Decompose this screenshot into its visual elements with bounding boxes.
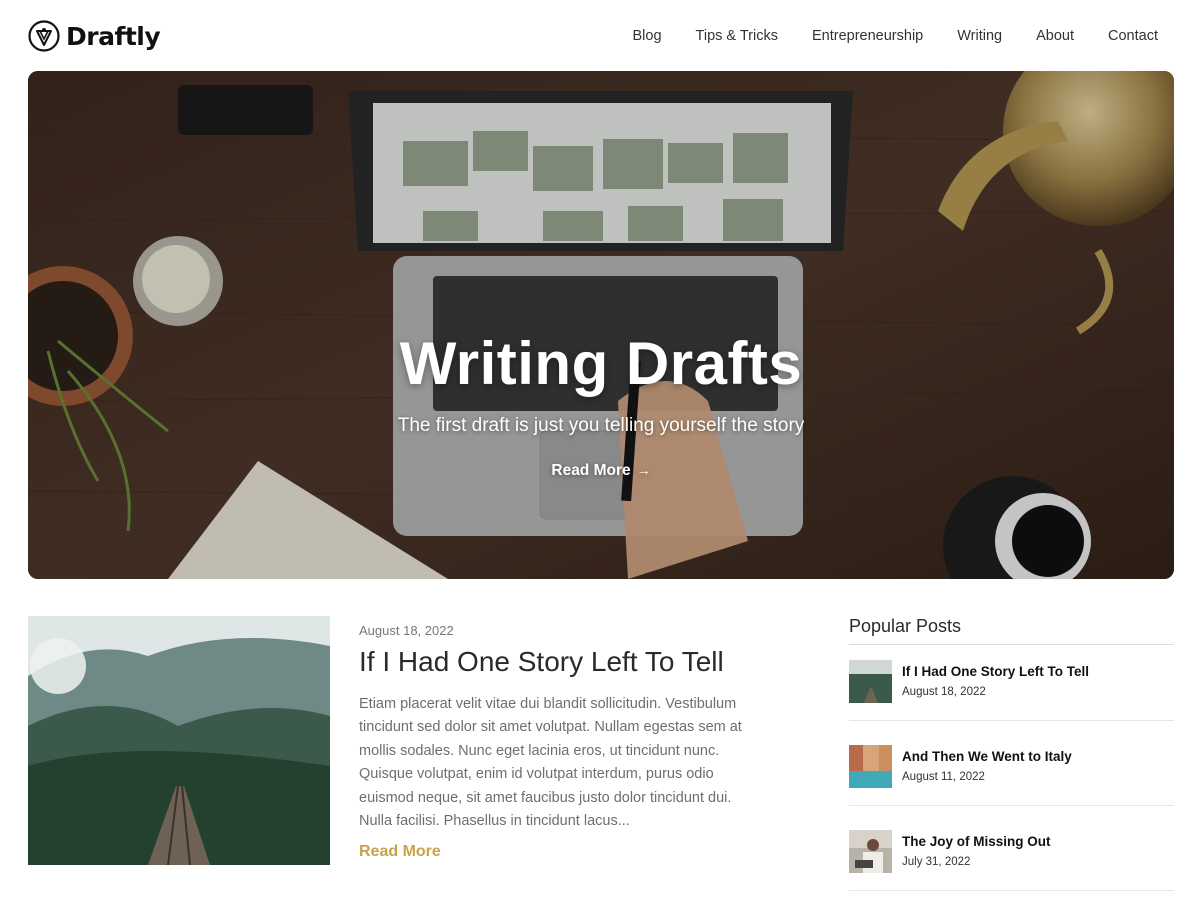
popular-post-date: August 11, 2022 (902, 771, 985, 783)
popular-post-thumbnail (849, 660, 892, 703)
featured-post-thumbnail[interactable] (28, 616, 330, 865)
divider (849, 644, 1174, 645)
hero-background-image (28, 71, 1174, 579)
divider (849, 720, 1174, 721)
popular-post-title: The Joy of Missing Out (902, 834, 1051, 849)
popular-post-thumbnail (849, 745, 892, 788)
hero-subtitle: The first draft is just you telling your… (397, 415, 805, 436)
popular-post-title: And Then We Went to Italy (902, 749, 1072, 764)
arrow-right-icon: → (636, 462, 651, 478)
hero-banner: Writing Drafts The first draft is just y… (28, 71, 1174, 579)
featured-post-date: August 18, 2022 (359, 623, 454, 638)
featured-post-title[interactable]: If I Had One Story Left To Tell (359, 646, 724, 678)
popular-posts-heading: Popular Posts (849, 616, 962, 636)
popular-post-thumbnail (849, 830, 892, 873)
main-nav: Blog Tips & Tricks Entrepreneurship Writ… (633, 28, 1158, 44)
hero-read-more-link[interactable]: Read More → (28, 462, 1174, 480)
popular-post-date: August 18, 2022 (902, 686, 986, 698)
nav-item-blog[interactable]: Blog (633, 28, 662, 44)
nav-item-contact[interactable]: Contact (1108, 28, 1158, 44)
divider (849, 890, 1174, 891)
nav-item-writing[interactable]: Writing (957, 28, 1002, 44)
popular-post-date: July 31, 2022 (902, 856, 971, 868)
divider (849, 805, 1174, 806)
popular-post-item[interactable]: And Then We Went to Italy August 11, 202… (849, 745, 1174, 815)
site-header: Draftly Blog Tips & Tricks Entrepreneurs… (0, 0, 1200, 72)
popular-post-title: If I Had One Story Left To Tell (902, 664, 1090, 679)
hero-read-more-label: Read More (551, 462, 631, 479)
brand-logo[interactable]: Draftly (28, 20, 161, 52)
brand-name: Draftly (66, 21, 161, 51)
nav-item-about[interactable]: About (1036, 28, 1074, 44)
popular-post-item[interactable]: The Joy of Missing Out July 31, 2022 (849, 830, 1174, 900)
featured-post-excerpt: Etiam placerat velit vitae dui blandit s… (359, 696, 742, 830)
nav-item-entrepreneurship[interactable]: Entrepreneurship (812, 28, 923, 44)
featured-read-more-link[interactable]: Read More (359, 843, 441, 861)
railway-bridge-image (28, 616, 330, 865)
popular-post-item[interactable]: If I Had One Story Left To Tell August 1… (849, 660, 1174, 730)
logo-icon (28, 20, 60, 52)
hero-title: Writing Drafts (399, 330, 803, 397)
nav-item-tips-tricks[interactable]: Tips & Tricks (696, 28, 778, 44)
